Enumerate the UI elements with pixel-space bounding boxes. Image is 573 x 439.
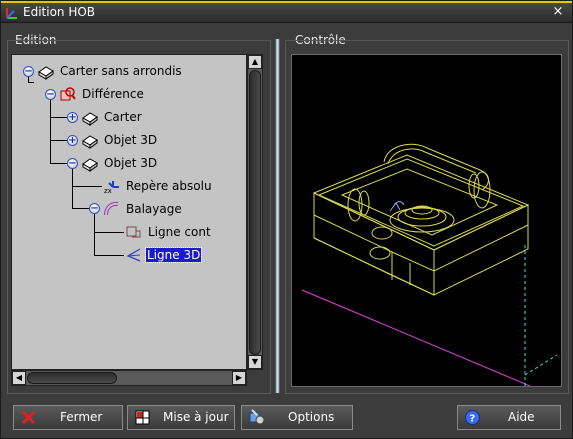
3d-viewport[interactable]: [291, 54, 562, 387]
tree-connector: [50, 163, 68, 164]
edition-hob-window: Edition HOB × Edition − Carter sans arro…: [0, 0, 573, 439]
app-icon: [6, 8, 17, 19]
window-title: Edition HOB: [23, 5, 96, 19]
axis-frame-icon: zx: [104, 181, 119, 194]
options-tool-icon: [249, 409, 265, 425]
close-button-label: Fermer: [60, 410, 103, 424]
tree-item-balayage[interactable]: Balayage: [126, 201, 182, 218]
update-button-label: Mise à jour: [163, 410, 229, 424]
tree-vertical-scrollbar[interactable]: ▲ ▼: [247, 54, 263, 370]
collapse-toggle[interactable]: −: [67, 158, 78, 169]
close-button[interactable]: Fermer: [13, 405, 123, 430]
scroll-left-arrow-icon[interactable]: ◀: [12, 371, 26, 385]
tree-connector: [94, 255, 124, 256]
tree-item-carter[interactable]: Carter: [104, 109, 142, 126]
solid-object-icon: [38, 66, 54, 80]
tree-item-objet-3d[interactable]: Objet 3D: [104, 155, 157, 172]
collapse-toggle[interactable]: −: [23, 66, 34, 77]
tree-connector: [50, 99, 51, 163]
help-icon: ?: [465, 410, 480, 425]
difference-icon: [60, 87, 76, 101]
tree-item-difference[interactable]: Différence: [82, 86, 144, 103]
expand-toggle[interactable]: +: [67, 112, 78, 123]
options-button[interactable]: Options: [241, 405, 353, 430]
edition-tree[interactable]: − Carter sans arrondis − Différence + Ca…: [11, 54, 247, 370]
tree-item-carter-sans-arrondis[interactable]: Carter sans arrondis: [60, 63, 182, 80]
z-axis-line: [524, 354, 558, 376]
scroll-up-arrow-icon[interactable]: ▲: [248, 55, 262, 69]
collapse-toggle[interactable]: −: [89, 203, 100, 214]
axis-icon-text: zx: [104, 187, 112, 194]
tree-connector: [28, 82, 34, 83]
collapse-toggle[interactable]: −: [45, 89, 56, 100]
x-axis-line: [301, 289, 531, 387]
help-button[interactable]: ? Aide: [457, 405, 561, 430]
tree-connector: [72, 186, 102, 187]
tree-item-objet-3d[interactable]: Objet 3D: [104, 132, 157, 149]
expand-toggle[interactable]: +: [67, 135, 78, 146]
tree-connector: [94, 232, 124, 233]
vertical-scroll-thumb[interactable]: [249, 70, 261, 355]
update-button[interactable]: Mise à jour: [127, 405, 235, 430]
tree-item-repere-absolu[interactable]: Repère absolu: [126, 178, 212, 195]
scroll-right-arrow-icon[interactable]: ▶: [232, 371, 246, 385]
tree-item-ligne-3d[interactable]: Ligne 3D: [144, 247, 203, 264]
solid-object-icon: [82, 112, 98, 126]
scroll-down-arrow-icon[interactable]: ▼: [248, 355, 262, 369]
close-x-icon: [21, 410, 36, 425]
sweep-icon: [104, 201, 119, 216]
title-accent-line: [1, 1, 572, 3]
tree-connector: [72, 168, 73, 208]
help-button-label: Aide: [508, 410, 535, 424]
svg-text:?: ?: [470, 414, 476, 425]
line-3d-icon: [126, 248, 141, 262]
contour-line-icon: [126, 226, 141, 238]
close-window-icon[interactable]: ×: [550, 5, 566, 20]
panel-splitter[interactable]: [275, 39, 280, 393]
tree-item-ligne-cont[interactable]: Ligne cont: [148, 224, 211, 241]
refresh-grid-icon: [135, 410, 150, 425]
tree-connector: [94, 214, 95, 255]
solid-object-icon: [82, 158, 98, 172]
wireframe-model: [301, 143, 558, 387]
tree-connector: [50, 117, 68, 118]
solid-object-icon: [82, 135, 98, 149]
tree-connector: [72, 208, 90, 209]
tree-horizontal-scrollbar[interactable]: ◀ ▶: [11, 370, 247, 386]
tree-connector: [50, 140, 68, 141]
horizontal-scroll-thumb[interactable]: [27, 372, 117, 384]
title-bar[interactable]: Edition HOB ×: [1, 1, 572, 23]
options-button-label: Options: [288, 410, 335, 424]
